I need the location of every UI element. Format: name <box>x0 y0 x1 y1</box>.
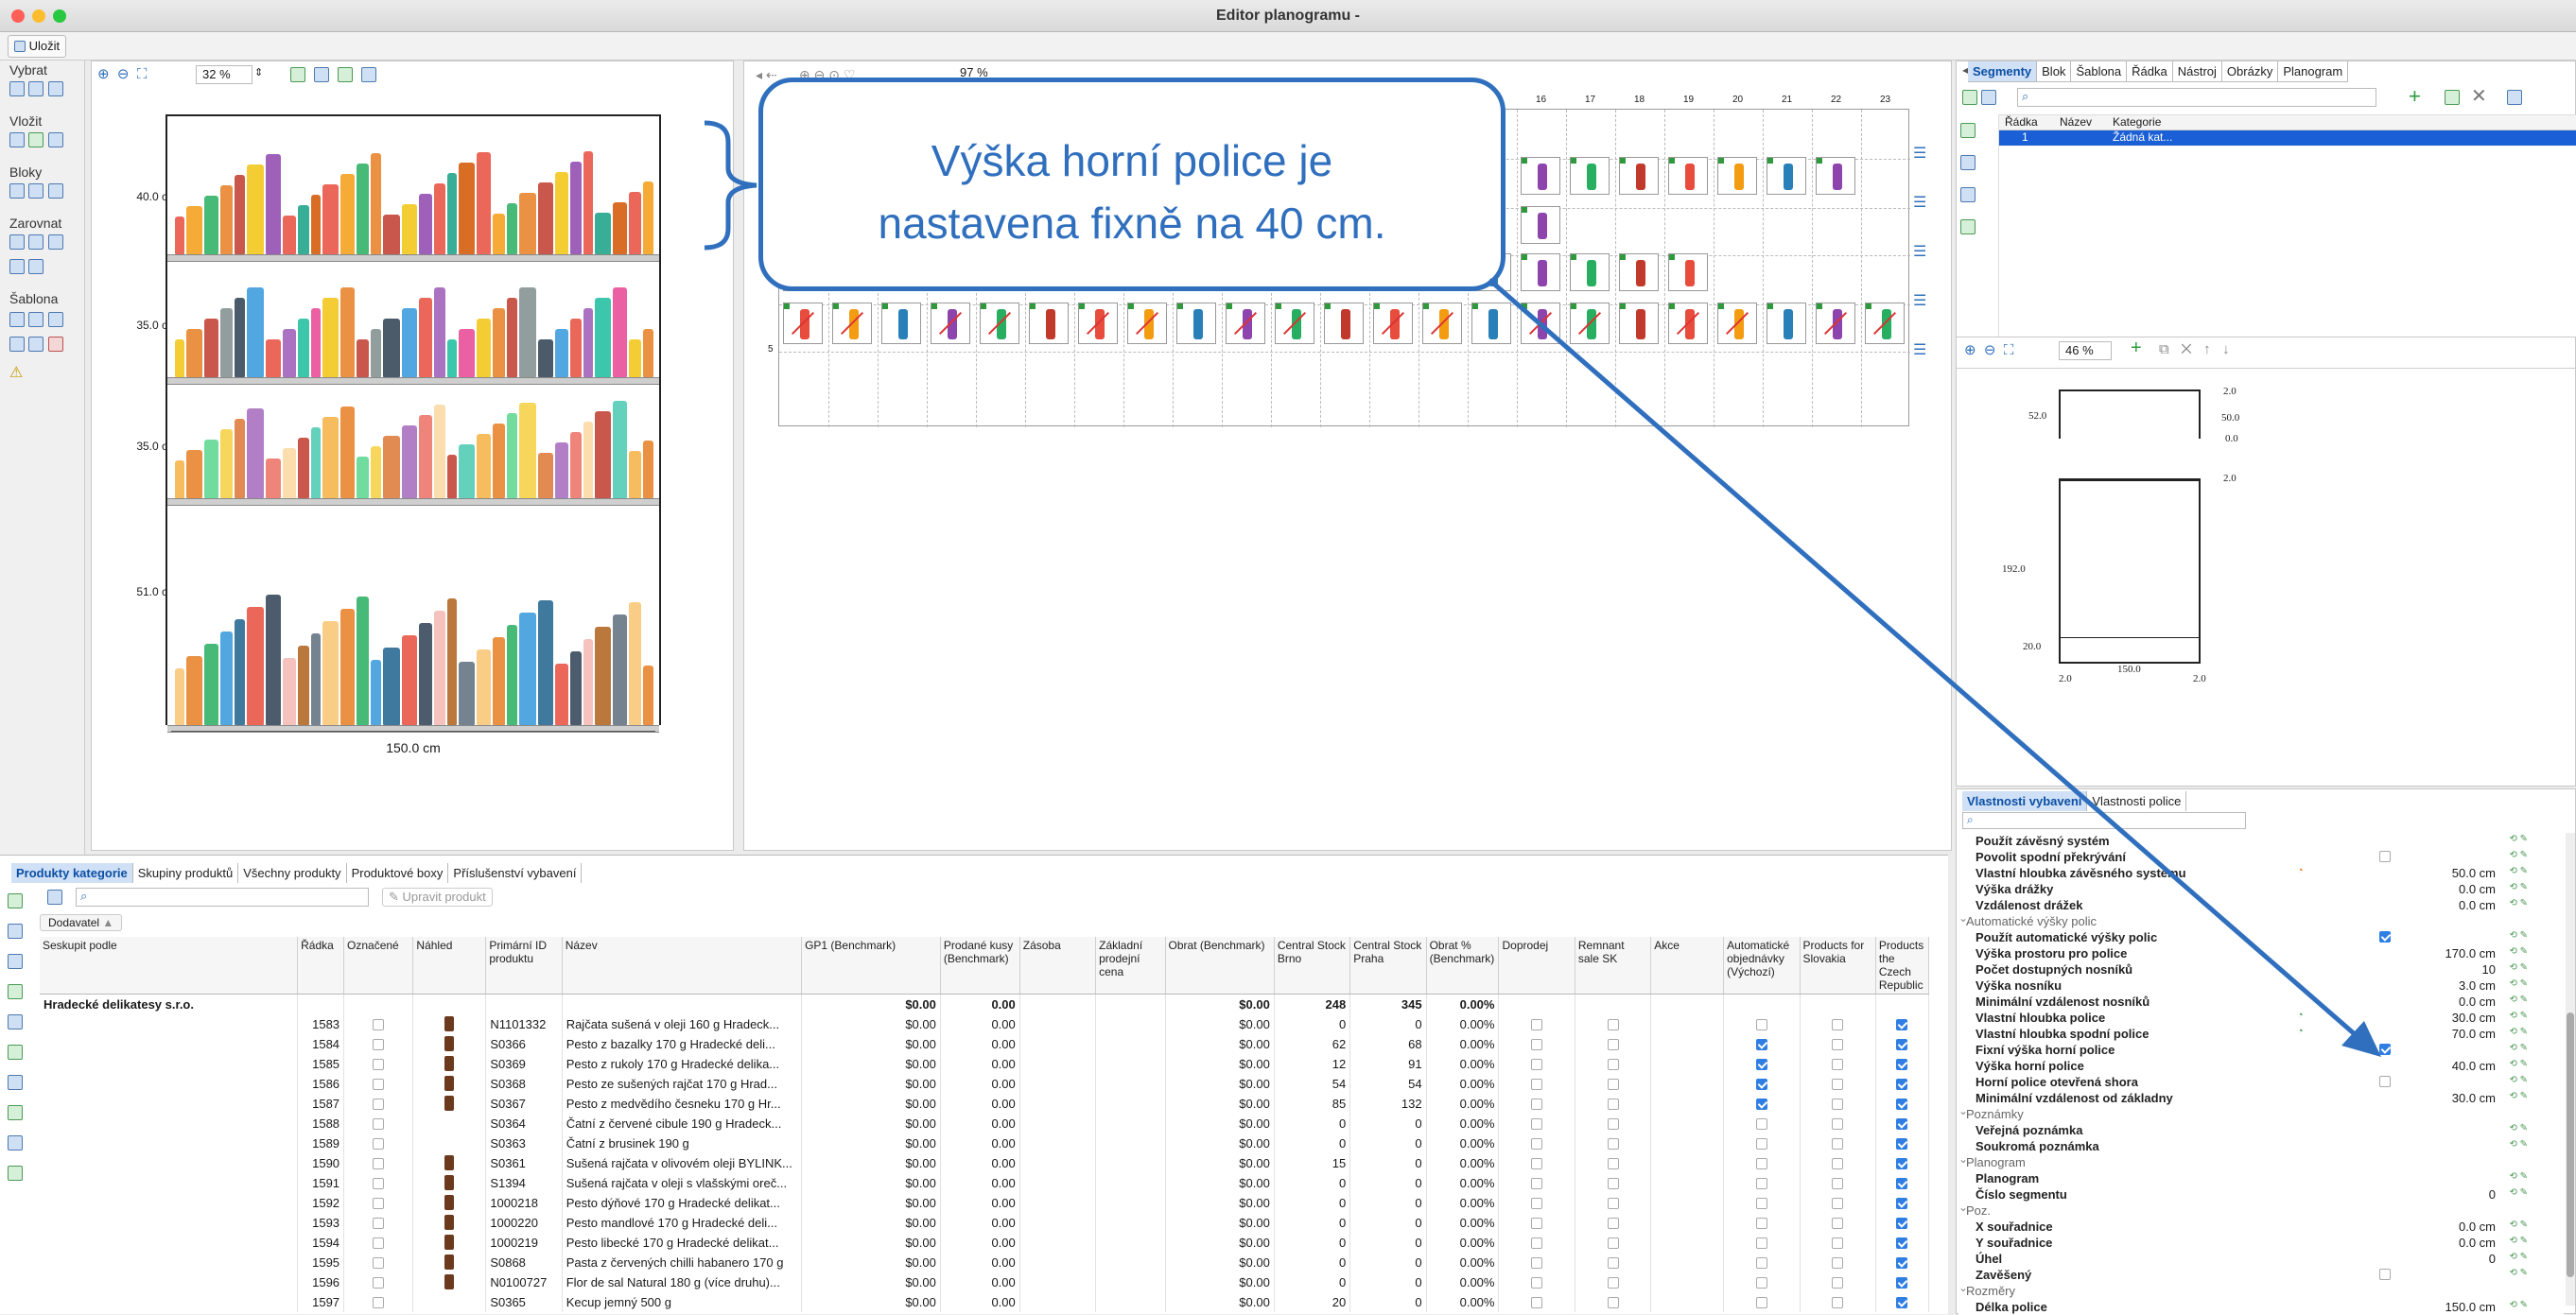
annotation-bracket <box>704 120 757 251</box>
annotation-arrow <box>1488 278 2357 1036</box>
annotation-overlay <box>704 120 2381 1057</box>
